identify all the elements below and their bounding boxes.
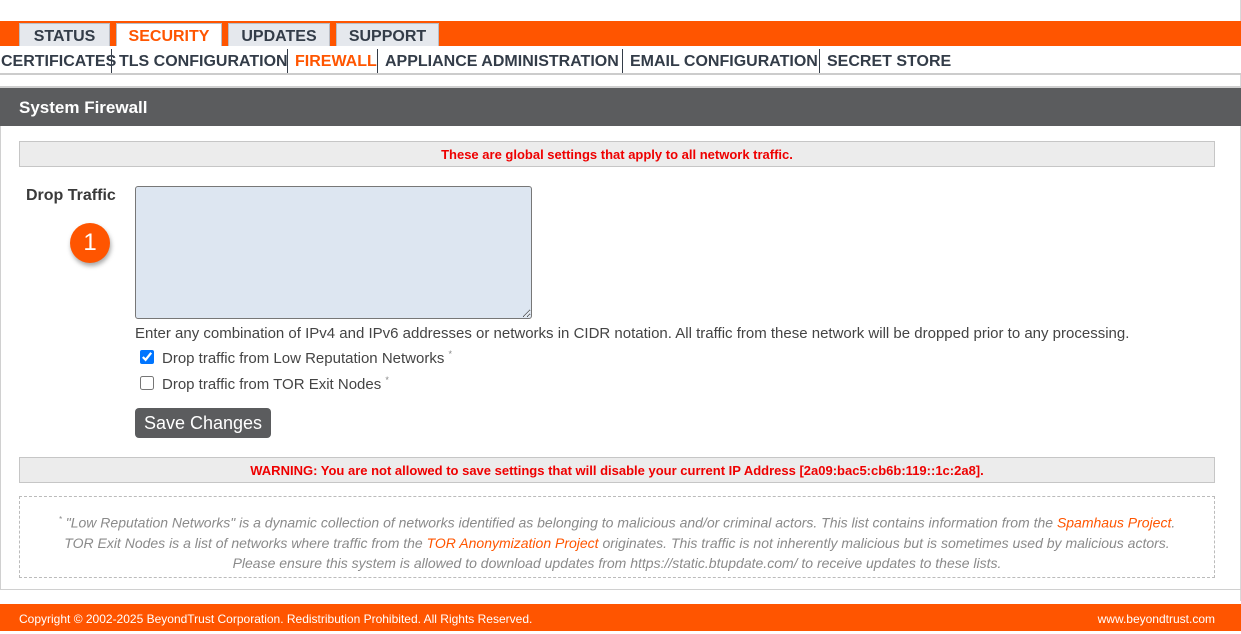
tab-support[interactable]: SUPPORT [336,23,439,46]
footnote-line-2: TOR Exit Nodes is a list of networks whe… [20,533,1214,553]
subnav-firewall[interactable]: FIREWALL [295,46,377,75]
drop-traffic-label: Drop Traffic [26,187,116,204]
subnav-divider [287,49,288,73]
drop-traffic-textarea[interactable] [135,186,532,319]
subnav-email-configuration[interactable]: EMAIL CONFIGURATION [630,46,818,75]
footnote-line-3: Please ensure this system is allowed to … [232,554,1002,571]
spamhaus-project-link[interactable]: Spamhaus Project [1057,515,1171,531]
subnav-divider [819,49,820,73]
subnav-divider [377,49,378,73]
global-settings-notice: These are global settings that apply to … [19,141,1215,167]
tor-exit-nodes-label[interactable]: Drop traffic from TOR Exit Nodes [162,376,381,393]
panel-bottom-border [0,589,1241,590]
footnote-text: originates. This traffic is not inherent… [598,534,1170,551]
low-reputation-label[interactable]: Drop traffic from Low Reputation Network… [162,350,444,367]
subnav-secret-store[interactable]: SECRET STORE [827,46,951,75]
reputation-footnote: * "Low Reputation Networks" is a dynamic… [19,496,1215,578]
panel-left-border [0,126,1,590]
footnote-text: . [1171,514,1176,531]
footnote-text: TOR Exit Nodes is a list of networks whe… [64,534,427,551]
save-changes-button[interactable]: Save Changes [135,408,271,438]
ip-warning-notice: WARNING: You are not allowed to save set… [19,457,1215,483]
sub-nav-bar: CERTIFICATES TLS CONFIGURATION FIREWALL … [0,46,1241,75]
tab-status[interactable]: STATUS [19,23,110,46]
footnote-text: "Low Reputation Networks" is a dynamic c… [61,514,1057,531]
copyright-text: Copyright © 2002-2025 BeyondTrust Corpor… [19,612,533,626]
low-reputation-checkbox[interactable] [140,350,154,364]
drop-traffic-help-text: Enter any combination of IPv4 and IPv6 a… [135,325,1130,342]
panel-title: System Firewall [0,88,1241,126]
subnav-tls-configuration[interactable]: TLS CONFIGURATION [119,46,288,75]
tor-exit-option: Drop traffic from TOR Exit Nodes * [140,375,389,393]
tab-security[interactable]: SECURITY [116,23,222,46]
page-footer: Copyright © 2002-2025 BeyondTrust Corpor… [0,604,1241,631]
subnav-certificates[interactable]: CERTIFICATES [1,46,116,75]
tor-project-link[interactable]: TOR Anonymization Project [427,535,599,551]
footnote-marker: * [448,349,453,359]
tab-updates[interactable]: UPDATES [228,23,330,46]
subnav-divider [622,49,623,73]
subnav-appliance-administration[interactable]: APPLIANCE ADMINISTRATION [385,46,619,75]
top-nav-bar: STATUS SECURITY UPDATES SUPPORT [0,21,1241,46]
tor-exit-nodes-checkbox[interactable] [140,376,154,390]
website-link[interactable]: www.beyondtrust.com [1098,604,1215,634]
low-reputation-option: Drop traffic from Low Reputation Network… [140,349,452,367]
subnav-divider [111,49,112,73]
footnote-marker: * [385,375,389,385]
footnote-line-1: * "Low Reputation Networks" is a dynamic… [20,510,1214,533]
step-callout-badge: 1 [70,223,110,263]
